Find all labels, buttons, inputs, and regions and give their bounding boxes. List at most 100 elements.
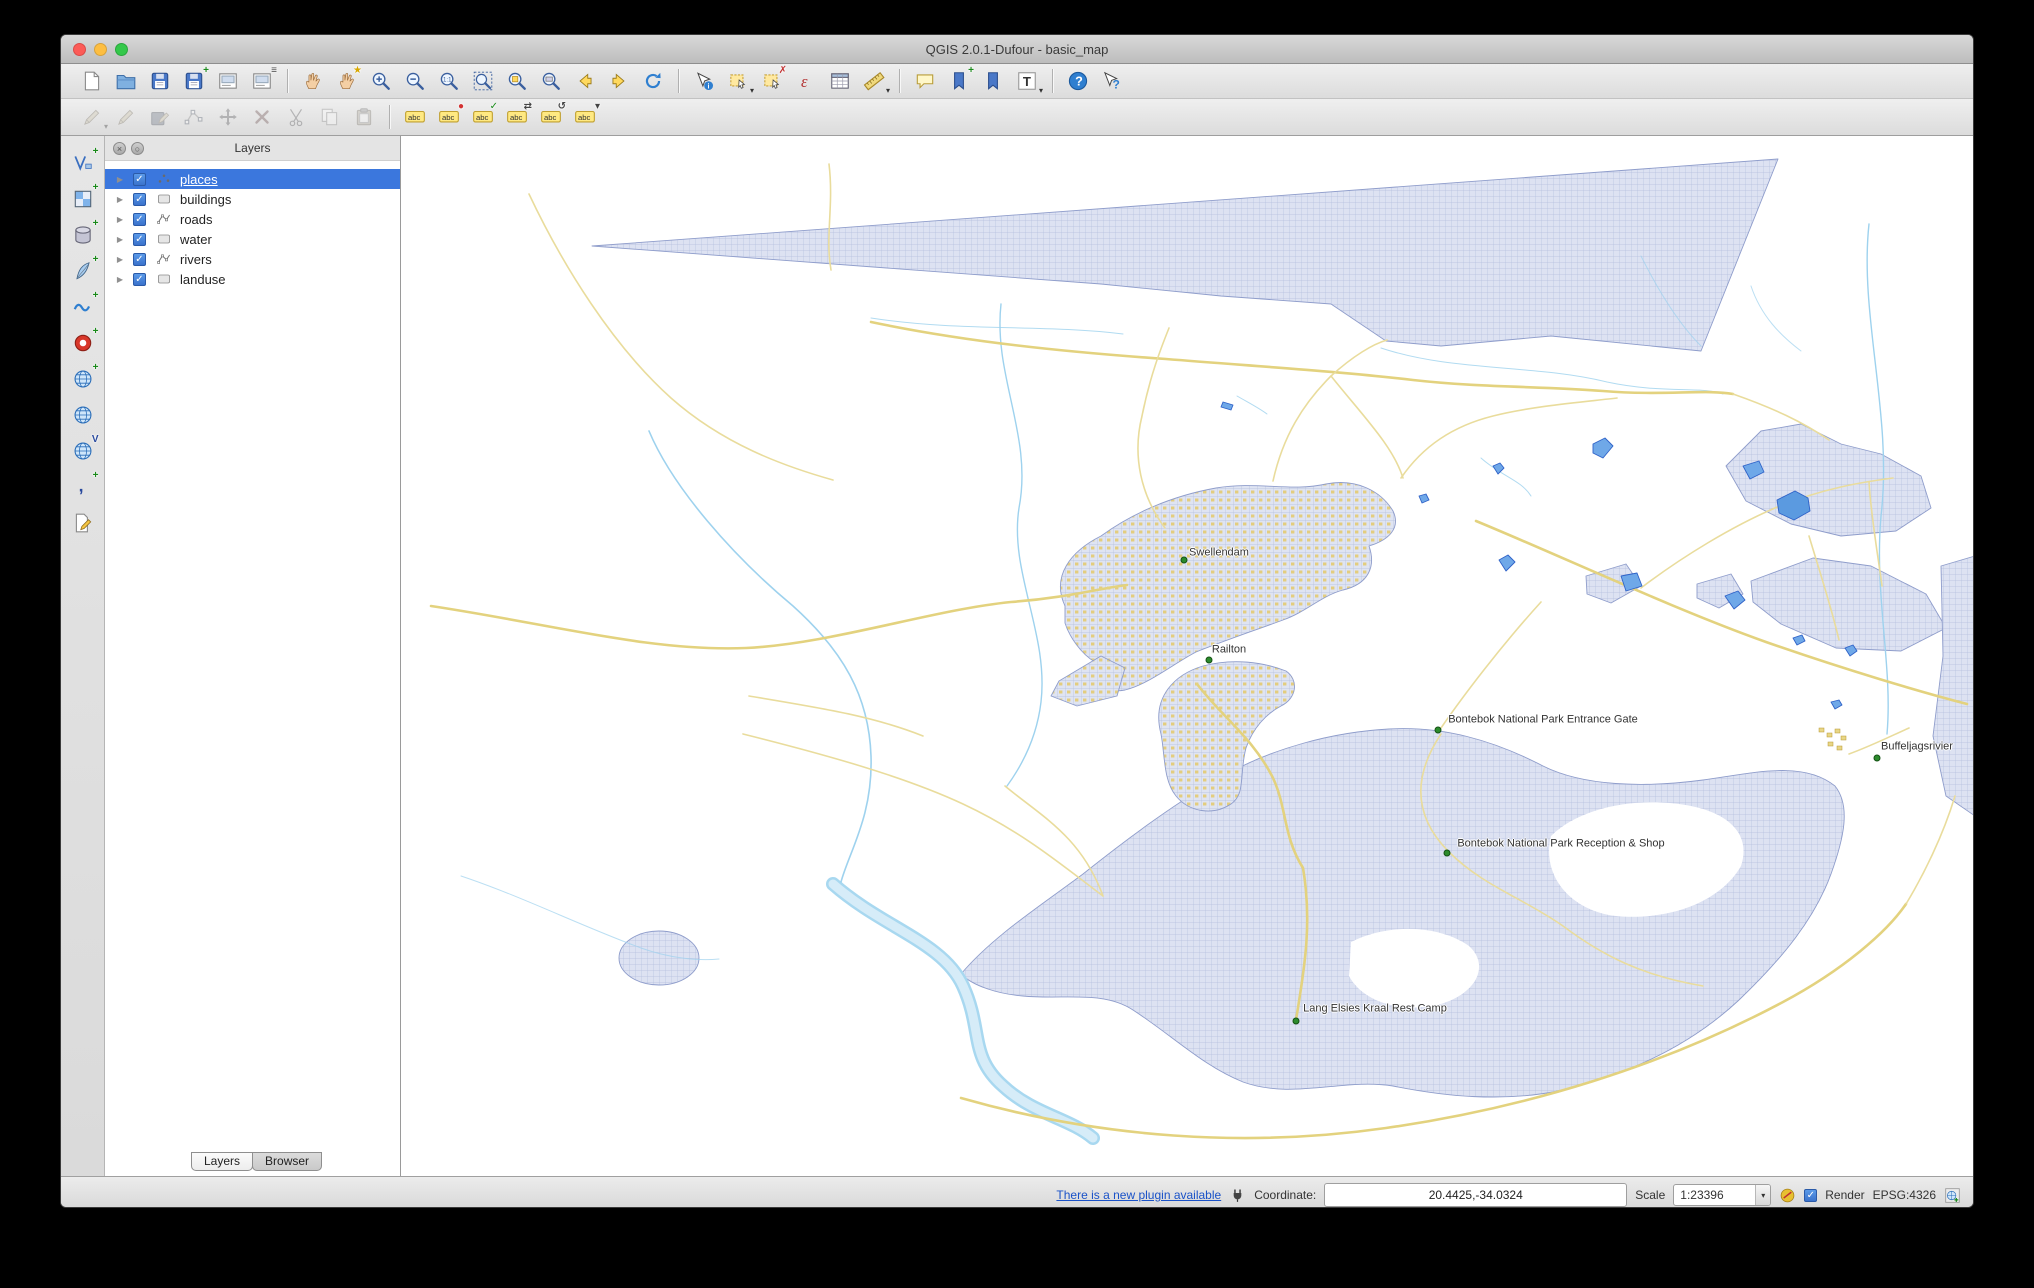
zoom-out-button[interactable] [400, 67, 430, 95]
plugin-icon[interactable] [1229, 1187, 1246, 1204]
zoom-in-button[interactable] [366, 67, 396, 95]
identify-features-button[interactable] [689, 67, 719, 95]
plugin-available-link[interactable]: There is a new plugin available [1056, 1188, 1221, 1202]
layer-row-roads[interactable]: ▶ ✓ roads [105, 209, 400, 229]
panel-tab-browser[interactable]: Browser [252, 1152, 323, 1171]
save-project-as-button[interactable]: + [179, 66, 209, 95]
minimize-button[interactable] [94, 42, 107, 56]
add-raster-layer-button[interactable]: + [67, 182, 99, 214]
layer-row-rivers[interactable]: ▶ ✓ rivers [105, 249, 400, 269]
pan-map-button[interactable] [298, 67, 328, 95]
add-postgis-layer-badge: + [92, 218, 99, 229]
panel-float-icon[interactable]: ○ [131, 141, 144, 155]
map-canvas[interactable]: Swellendam Railton Bontebok National Park … [401, 136, 1973, 1176]
layer-expander-icon[interactable]: ▶ [113, 235, 127, 244]
pin-labels-button[interactable]: ● [434, 102, 464, 131]
open-project-button[interactable] [111, 67, 141, 95]
deselect-features-button[interactable]: ✗ [757, 66, 787, 95]
add-raster-layer-badge: + [92, 182, 99, 193]
select-features-button[interactable]: ▾ [723, 67, 754, 95]
panel-tab-layers[interactable]: Layers [191, 1152, 254, 1171]
add-mssql-layer-icon [72, 296, 94, 318]
layer-polygon-icon [154, 231, 174, 247]
zoom-next-button[interactable] [604, 67, 634, 95]
show-bookmarks-button[interactable] [978, 67, 1008, 95]
select-by-expression-button[interactable] [791, 67, 821, 95]
layer-labeling-button[interactable] [400, 103, 430, 131]
whats-this-button[interactable] [1097, 67, 1127, 95]
layer-visibility-checkbox[interactable]: ✓ [133, 212, 146, 226]
layer-row-water[interactable]: ▶ ✓ water [105, 229, 400, 249]
new-bookmark-button[interactable]: + [944, 66, 974, 95]
layer-expander-icon[interactable]: ▶ [113, 195, 127, 204]
add-wfs-layer-icon [72, 440, 94, 462]
crs-status-icon[interactable] [1944, 1187, 1961, 1204]
add-postgis-layer-button[interactable]: + [67, 218, 99, 250]
layer-row-buildings[interactable]: ▶ ✓ buildings [105, 189, 400, 209]
select-features-dropdown-icon[interactable]: ▾ [750, 87, 754, 95]
add-mssql-layer-button[interactable]: + [67, 291, 99, 322]
composer-manager-button[interactable]: ≡ [247, 66, 277, 95]
refresh-map-button[interactable] [638, 67, 668, 95]
current-edits-dropdown-icon[interactable]: ▾ [104, 123, 108, 131]
zoom-full-extent-button[interactable] [468, 67, 498, 95]
zoom-actual-size-button[interactable] [434, 67, 464, 95]
help-contents-button[interactable] [1063, 67, 1093, 95]
layer-expander-icon[interactable]: ▶ [113, 215, 127, 224]
move-label-badge: ⇄ [523, 101, 532, 112]
open-attribute-table-button[interactable] [825, 67, 855, 95]
scale-value: 1:23396 [1680, 1188, 1724, 1202]
measure-dropdown-icon[interactable]: ▾ [886, 87, 890, 95]
layer-row-places[interactable]: ▶ ✓ places [105, 169, 400, 189]
toolbar-separator [899, 69, 900, 93]
layer-visibility-checkbox[interactable]: ✓ [133, 252, 146, 266]
new-print-composer-icon [217, 70, 239, 92]
zoom-last-button[interactable] [570, 67, 600, 95]
add-delimited-text-layer-button[interactable]: + [67, 471, 99, 502]
layer-visibility-checkbox[interactable]: ✓ [133, 192, 146, 206]
new-print-composer-button[interactable] [213, 67, 243, 95]
layer-visibility-checkbox[interactable]: ✓ [133, 272, 146, 286]
coordinate-input[interactable] [1324, 1183, 1628, 1207]
layer-visibility-checkbox[interactable]: ✓ [133, 232, 146, 246]
pan-to-selection-button[interactable]: ★ [332, 66, 362, 95]
scale-combo[interactable]: 1:23396 ▾ [1673, 1184, 1772, 1206]
titlebar[interactable]: QGIS 2.0.1-Dufour - basic_map [61, 35, 1973, 64]
move-feature-icon [217, 106, 239, 128]
layer-visibility-checkbox[interactable]: ✓ [133, 172, 146, 186]
render-checkbox[interactable]: ✓ [1804, 1188, 1818, 1202]
rotate-label-button[interactable]: ↺ [536, 102, 566, 131]
add-spatialite-layer-button[interactable]: + [67, 255, 99, 286]
pan-map-icon [302, 70, 324, 92]
pin-labels-icon [438, 106, 460, 128]
text-annotation-button[interactable]: ▾ [1012, 67, 1043, 95]
show-hidden-labels-button[interactable]: ✓ [468, 102, 498, 131]
add-vector-layer-button[interactable]: + [67, 147, 99, 178]
add-wms-layer-button[interactable]: + [67, 363, 99, 394]
add-wcs-layer-button[interactable] [67, 400, 99, 430]
zoom-to-selection-button[interactable] [502, 67, 532, 95]
layer-expander-icon[interactable]: ▶ [113, 255, 127, 264]
zoom-button[interactable] [115, 42, 128, 56]
add-oracle-layer-button[interactable]: + [67, 326, 99, 358]
close-button[interactable] [73, 42, 86, 56]
new-project-button[interactable] [77, 67, 107, 95]
coordinate-label: Coordinate: [1254, 1188, 1317, 1202]
add-oracle-layer-badge: + [92, 326, 99, 337]
zoom-to-layer-button[interactable] [536, 67, 566, 95]
map-tips-button[interactable] [910, 67, 940, 95]
layer-expander-icon[interactable]: ▶ [113, 275, 127, 284]
move-label-button[interactable]: ⇄ [502, 101, 532, 131]
add-wfs-layer-button[interactable]: V [67, 435, 99, 466]
layer-row-landuse[interactable]: ▶ ✓ landuse [105, 269, 400, 289]
text-annotation-dropdown-icon[interactable]: ▾ [1039, 87, 1043, 95]
layer-expander-icon[interactable]: ▶ [113, 175, 127, 184]
layer-line-icon [154, 211, 174, 227]
new-shapefile-layer-button[interactable] [67, 508, 99, 538]
stop-render-icon[interactable] [1779, 1187, 1796, 1204]
scale-combo-arrow-icon[interactable]: ▾ [1755, 1185, 1771, 1205]
save-project-button[interactable] [145, 67, 175, 95]
panel-close-icon[interactable]: × [113, 141, 126, 155]
change-label-properties-button[interactable]: ▾ [570, 102, 600, 131]
measure-button[interactable]: ▾ [859, 67, 890, 95]
